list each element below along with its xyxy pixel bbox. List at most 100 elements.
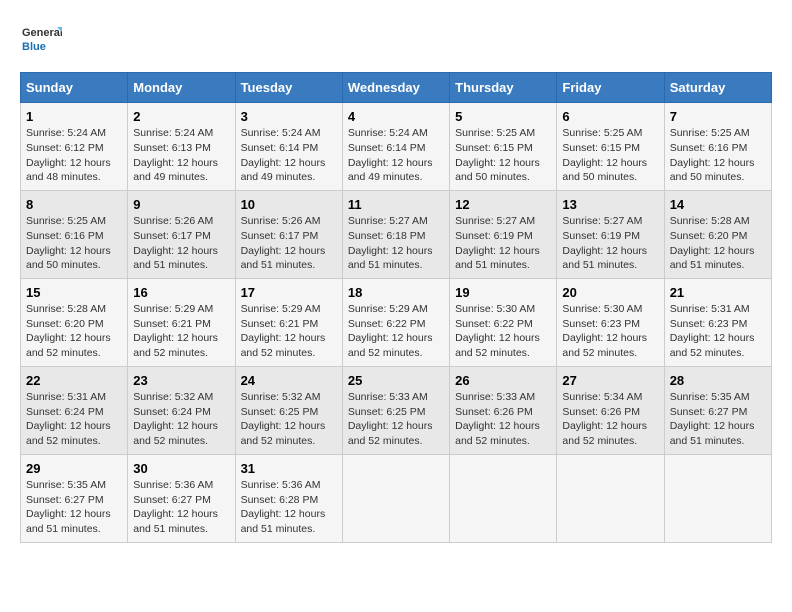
calendar-cell: 1Sunrise: 5:24 AMSunset: 6:12 PMDaylight… xyxy=(21,103,128,191)
day-number: 9 xyxy=(133,196,229,214)
day-info: Sunrise: 5:34 AMSunset: 6:26 PMDaylight:… xyxy=(562,390,658,449)
day-number: 27 xyxy=(562,372,658,390)
calendar-cell: 7Sunrise: 5:25 AMSunset: 6:16 PMDaylight… xyxy=(664,103,771,191)
day-number: 2 xyxy=(133,108,229,126)
calendar-cell: 25Sunrise: 5:33 AMSunset: 6:25 PMDayligh… xyxy=(342,366,449,454)
day-number: 19 xyxy=(455,284,551,302)
calendar-cell: 31Sunrise: 5:36 AMSunset: 6:28 PMDayligh… xyxy=(235,454,342,542)
header-day-wednesday: Wednesday xyxy=(342,73,449,103)
day-number: 8 xyxy=(26,196,122,214)
svg-text:General: General xyxy=(22,27,62,39)
day-info: Sunrise: 5:24 AMSunset: 6:14 PMDaylight:… xyxy=(241,126,337,185)
day-info: Sunrise: 5:29 AMSunset: 6:21 PMDaylight:… xyxy=(241,302,337,361)
calendar-week-5: 29Sunrise: 5:35 AMSunset: 6:27 PMDayligh… xyxy=(21,454,772,542)
calendar-cell: 11Sunrise: 5:27 AMSunset: 6:18 PMDayligh… xyxy=(342,190,449,278)
day-info: Sunrise: 5:30 AMSunset: 6:22 PMDaylight:… xyxy=(455,302,551,361)
calendar-cell: 14Sunrise: 5:28 AMSunset: 6:20 PMDayligh… xyxy=(664,190,771,278)
day-number: 28 xyxy=(670,372,766,390)
calendar-cell: 27Sunrise: 5:34 AMSunset: 6:26 PMDayligh… xyxy=(557,366,664,454)
calendar-cell: 8Sunrise: 5:25 AMSunset: 6:16 PMDaylight… xyxy=(21,190,128,278)
header-day-monday: Monday xyxy=(128,73,235,103)
day-number: 3 xyxy=(241,108,337,126)
day-number: 5 xyxy=(455,108,551,126)
calendar-cell: 19Sunrise: 5:30 AMSunset: 6:22 PMDayligh… xyxy=(450,278,557,366)
calendar-cell xyxy=(557,454,664,542)
day-number: 24 xyxy=(241,372,337,390)
day-info: Sunrise: 5:33 AMSunset: 6:25 PMDaylight:… xyxy=(348,390,444,449)
header-day-friday: Friday xyxy=(557,73,664,103)
calendar-cell xyxy=(664,454,771,542)
header-day-saturday: Saturday xyxy=(664,73,771,103)
day-info: Sunrise: 5:24 AMSunset: 6:14 PMDaylight:… xyxy=(348,126,444,185)
day-number: 12 xyxy=(455,196,551,214)
calendar-cell: 28Sunrise: 5:35 AMSunset: 6:27 PMDayligh… xyxy=(664,366,771,454)
day-info: Sunrise: 5:24 AMSunset: 6:12 PMDaylight:… xyxy=(26,126,122,185)
day-number: 22 xyxy=(26,372,122,390)
day-info: Sunrise: 5:30 AMSunset: 6:23 PMDaylight:… xyxy=(562,302,658,361)
day-number: 29 xyxy=(26,460,122,478)
day-info: Sunrise: 5:25 AMSunset: 6:15 PMDaylight:… xyxy=(455,126,551,185)
calendar-week-1: 1Sunrise: 5:24 AMSunset: 6:12 PMDaylight… xyxy=(21,103,772,191)
calendar-cell: 9Sunrise: 5:26 AMSunset: 6:17 PMDaylight… xyxy=(128,190,235,278)
day-number: 20 xyxy=(562,284,658,302)
calendar-cell: 29Sunrise: 5:35 AMSunset: 6:27 PMDayligh… xyxy=(21,454,128,542)
day-info: Sunrise: 5:26 AMSunset: 6:17 PMDaylight:… xyxy=(241,214,337,273)
header-day-sunday: Sunday xyxy=(21,73,128,103)
day-number: 6 xyxy=(562,108,658,126)
calendar-cell: 15Sunrise: 5:28 AMSunset: 6:20 PMDayligh… xyxy=(21,278,128,366)
calendar-cell: 20Sunrise: 5:30 AMSunset: 6:23 PMDayligh… xyxy=(557,278,664,366)
day-number: 30 xyxy=(133,460,229,478)
day-info: Sunrise: 5:26 AMSunset: 6:17 PMDaylight:… xyxy=(133,214,229,273)
day-number: 13 xyxy=(562,196,658,214)
day-number: 10 xyxy=(241,196,337,214)
day-info: Sunrise: 5:27 AMSunset: 6:19 PMDaylight:… xyxy=(562,214,658,273)
day-info: Sunrise: 5:27 AMSunset: 6:18 PMDaylight:… xyxy=(348,214,444,273)
calendar-cell: 24Sunrise: 5:32 AMSunset: 6:25 PMDayligh… xyxy=(235,366,342,454)
page-header: General Blue xyxy=(20,20,772,62)
day-info: Sunrise: 5:32 AMSunset: 6:25 PMDaylight:… xyxy=(241,390,337,449)
calendar-cell: 17Sunrise: 5:29 AMSunset: 6:21 PMDayligh… xyxy=(235,278,342,366)
calendar-cell: 18Sunrise: 5:29 AMSunset: 6:22 PMDayligh… xyxy=(342,278,449,366)
day-info: Sunrise: 5:35 AMSunset: 6:27 PMDaylight:… xyxy=(670,390,766,449)
header-row: SundayMondayTuesdayWednesdayThursdayFrid… xyxy=(21,73,772,103)
day-info: Sunrise: 5:36 AMSunset: 6:28 PMDaylight:… xyxy=(241,478,337,537)
calendar-cell: 30Sunrise: 5:36 AMSunset: 6:27 PMDayligh… xyxy=(128,454,235,542)
day-number: 1 xyxy=(26,108,122,126)
day-number: 31 xyxy=(241,460,337,478)
calendar-cell: 22Sunrise: 5:31 AMSunset: 6:24 PMDayligh… xyxy=(21,366,128,454)
day-number: 11 xyxy=(348,196,444,214)
calendar-cell: 3Sunrise: 5:24 AMSunset: 6:14 PMDaylight… xyxy=(235,103,342,191)
calendar-cell: 26Sunrise: 5:33 AMSunset: 6:26 PMDayligh… xyxy=(450,366,557,454)
day-number: 25 xyxy=(348,372,444,390)
calendar-cell xyxy=(342,454,449,542)
header-day-thursday: Thursday xyxy=(450,73,557,103)
day-number: 17 xyxy=(241,284,337,302)
day-info: Sunrise: 5:29 AMSunset: 6:21 PMDaylight:… xyxy=(133,302,229,361)
day-info: Sunrise: 5:24 AMSunset: 6:13 PMDaylight:… xyxy=(133,126,229,185)
day-info: Sunrise: 5:28 AMSunset: 6:20 PMDaylight:… xyxy=(26,302,122,361)
day-info: Sunrise: 5:36 AMSunset: 6:27 PMDaylight:… xyxy=(133,478,229,537)
header-day-tuesday: Tuesday xyxy=(235,73,342,103)
calendar-cell: 5Sunrise: 5:25 AMSunset: 6:15 PMDaylight… xyxy=(450,103,557,191)
day-number: 4 xyxy=(348,108,444,126)
day-info: Sunrise: 5:28 AMSunset: 6:20 PMDaylight:… xyxy=(670,214,766,273)
calendar-table: SundayMondayTuesdayWednesdayThursdayFrid… xyxy=(20,72,772,543)
day-number: 14 xyxy=(670,196,766,214)
day-info: Sunrise: 5:35 AMSunset: 6:27 PMDaylight:… xyxy=(26,478,122,537)
day-info: Sunrise: 5:25 AMSunset: 6:15 PMDaylight:… xyxy=(562,126,658,185)
calendar-cell: 6Sunrise: 5:25 AMSunset: 6:15 PMDaylight… xyxy=(557,103,664,191)
logo-container: General Blue xyxy=(20,20,62,62)
day-info: Sunrise: 5:31 AMSunset: 6:23 PMDaylight:… xyxy=(670,302,766,361)
day-number: 18 xyxy=(348,284,444,302)
calendar-cell: 13Sunrise: 5:27 AMSunset: 6:19 PMDayligh… xyxy=(557,190,664,278)
day-info: Sunrise: 5:25 AMSunset: 6:16 PMDaylight:… xyxy=(670,126,766,185)
calendar-week-3: 15Sunrise: 5:28 AMSunset: 6:20 PMDayligh… xyxy=(21,278,772,366)
day-info: Sunrise: 5:33 AMSunset: 6:26 PMDaylight:… xyxy=(455,390,551,449)
day-info: Sunrise: 5:32 AMSunset: 6:24 PMDaylight:… xyxy=(133,390,229,449)
day-number: 21 xyxy=(670,284,766,302)
day-number: 16 xyxy=(133,284,229,302)
calendar-week-4: 22Sunrise: 5:31 AMSunset: 6:24 PMDayligh… xyxy=(21,366,772,454)
calendar-cell: 4Sunrise: 5:24 AMSunset: 6:14 PMDaylight… xyxy=(342,103,449,191)
logo: General Blue xyxy=(20,20,62,62)
calendar-cell xyxy=(450,454,557,542)
